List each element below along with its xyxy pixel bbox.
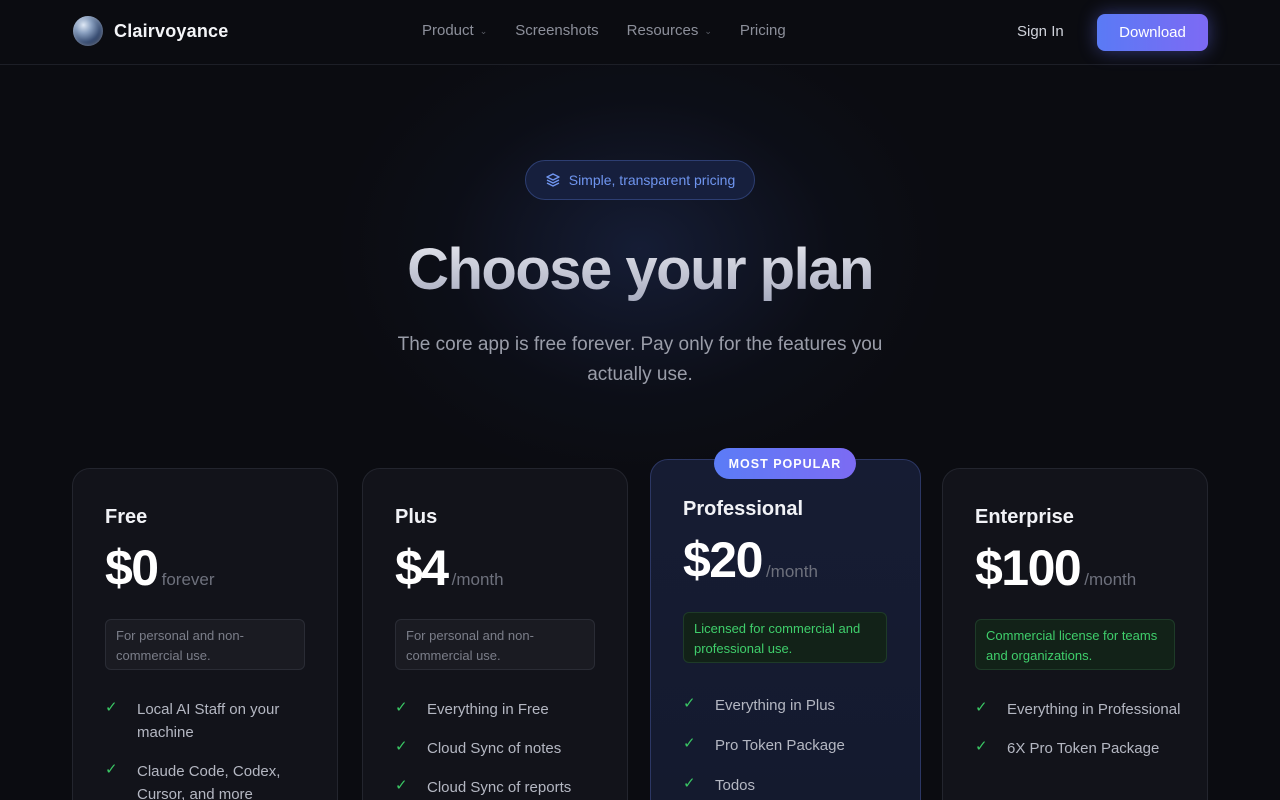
license-note: Commercial license for teams and organiz… bbox=[975, 619, 1175, 670]
plan-name: Free bbox=[105, 506, 148, 528]
layers-icon bbox=[546, 173, 560, 187]
check-icon: ✓ bbox=[395, 699, 408, 716]
menu-item-label: Pricing bbox=[739, 22, 786, 39]
feature-text: Cloud Sync of reports bbox=[427, 779, 572, 796]
feature-item: ✓ 6X Pro Token Package bbox=[975, 737, 1195, 760]
feature-item: ✓ Local AI Staff on your machine bbox=[105, 698, 325, 744]
pricing-pill: Simple, transparent pricing bbox=[525, 160, 755, 200]
menu-item-label: Product bbox=[422, 22, 474, 39]
menu-item-product[interactable]: Product ⌄ bbox=[422, 22, 487, 39]
clairvoyance-logo-icon bbox=[73, 16, 103, 46]
pill-text: Simple, transparent pricing bbox=[568, 172, 736, 188]
check-icon: ✓ bbox=[683, 695, 696, 712]
feature-list: ✓ Everything in Plus ✓ Pro Token Package… bbox=[683, 694, 903, 800]
plan-price: $4 /month bbox=[395, 539, 504, 597]
plan-price: $20 /month bbox=[683, 531, 818, 589]
check-icon: ✓ bbox=[683, 735, 696, 752]
feature-text: Claude Code, Codex, Cursor, and more bbox=[137, 763, 281, 800]
feature-item: ✓ Claude Code, Codex, Cursor, and more bbox=[105, 760, 325, 800]
price-amount: $4 bbox=[395, 540, 449, 596]
page-title: Choose your plan bbox=[0, 236, 1280, 303]
check-icon: ✓ bbox=[395, 777, 408, 794]
feature-text: Local AI Staff on your machine bbox=[137, 701, 280, 741]
feature-list: ✓ Everything in Free ✓ Cloud Sync of not… bbox=[395, 698, 615, 800]
feature-text: 6X Pro Token Package bbox=[1007, 740, 1160, 757]
feature-text: Todos bbox=[715, 777, 756, 794]
chevron-down-icon: ⌄ bbox=[704, 25, 712, 36]
license-note: For personal and non-commercial use. bbox=[105, 619, 305, 670]
menu-item-pricing[interactable]: Pricing bbox=[740, 22, 786, 39]
plan-price: $100 /month bbox=[975, 539, 1136, 597]
feature-text: Everything in Free bbox=[427, 701, 549, 718]
menu-item-screenshots[interactable]: Screenshots bbox=[515, 22, 598, 39]
feature-text: Everything in Professional bbox=[1007, 701, 1181, 718]
feature-list: ✓ Everything in Professional ✓ 6X Pro To… bbox=[975, 698, 1195, 776]
license-note: Licensed for commercial and professional… bbox=[683, 612, 887, 663]
license-note: For personal and non-commercial use. bbox=[395, 619, 595, 670]
feature-item: ✓ Everything in Free bbox=[395, 698, 615, 721]
feature-item: ✓ Cloud Sync of notes bbox=[395, 737, 615, 760]
price-period: forever bbox=[161, 570, 215, 589]
feature-text: Everything in Plus bbox=[715, 697, 836, 714]
top-nav: Clairvoyance Product ⌄ Screenshots Resou… bbox=[0, 0, 1280, 65]
menu-item-label: Resources bbox=[626, 22, 699, 39]
price-period: /month bbox=[1084, 570, 1137, 589]
feature-text: Pro Token Package bbox=[715, 737, 845, 754]
plan-card-enterprise: Enterprise $100 /month Commercial licens… bbox=[942, 468, 1208, 800]
feature-text: Cloud Sync of notes bbox=[427, 740, 562, 757]
menu-item-resources[interactable]: Resources ⌄ bbox=[627, 22, 712, 39]
feature-item: ✓ Everything in Professional bbox=[975, 698, 1195, 721]
plan-name: Plus bbox=[395, 506, 438, 528]
check-icon: ✓ bbox=[683, 775, 696, 792]
feature-list: ✓ Local AI Staff on your machine ✓ Claud… bbox=[105, 698, 325, 800]
check-icon: ✓ bbox=[105, 699, 118, 716]
price-period: /month bbox=[451, 570, 504, 589]
plan-name: Professional bbox=[683, 498, 804, 520]
main-menu: Product ⌄ Screenshots Resources ⌄ Pricin… bbox=[422, 22, 786, 39]
brand[interactable]: Clairvoyance bbox=[73, 16, 228, 46]
plan-price: $0 forever bbox=[105, 539, 215, 597]
most-popular-badge: MOST POPULAR bbox=[714, 448, 856, 479]
price-period: /month bbox=[765, 562, 818, 581]
chevron-down-icon: ⌄ bbox=[479, 25, 488, 36]
plan-name: Enterprise bbox=[975, 506, 1074, 528]
feature-item: ✓ Pro Token Package bbox=[683, 734, 903, 757]
download-button[interactable]: Download bbox=[1097, 14, 1208, 51]
feature-item: ✓ Everything in Plus bbox=[683, 694, 903, 717]
check-icon: ✓ bbox=[395, 738, 408, 755]
check-icon: ✓ bbox=[105, 761, 118, 778]
menu-item-label: Screenshots bbox=[515, 22, 599, 39]
plan-card-free: Free $0 forever For personal and non-com… bbox=[72, 468, 338, 800]
price-amount: $100 bbox=[975, 540, 1082, 596]
page-subtitle: The core app is free forever. Pay only f… bbox=[397, 334, 883, 385]
brand-name: Clairvoyance bbox=[114, 20, 229, 41]
sign-in-link[interactable]: Sign In bbox=[1017, 23, 1064, 40]
feature-item: ✓ Cloud Sync of reports bbox=[395, 776, 615, 799]
plan-card-plus: Plus $4 /month For personal and non-comm… bbox=[362, 468, 628, 800]
price-amount: $20 bbox=[683, 532, 763, 588]
price-amount: $0 bbox=[105, 540, 159, 596]
check-icon: ✓ bbox=[975, 738, 988, 755]
check-icon: ✓ bbox=[975, 699, 988, 716]
plan-card-professional: Professional $20 /month Licensed for com… bbox=[650, 459, 921, 800]
feature-item: ✓ Todos bbox=[683, 774, 903, 797]
